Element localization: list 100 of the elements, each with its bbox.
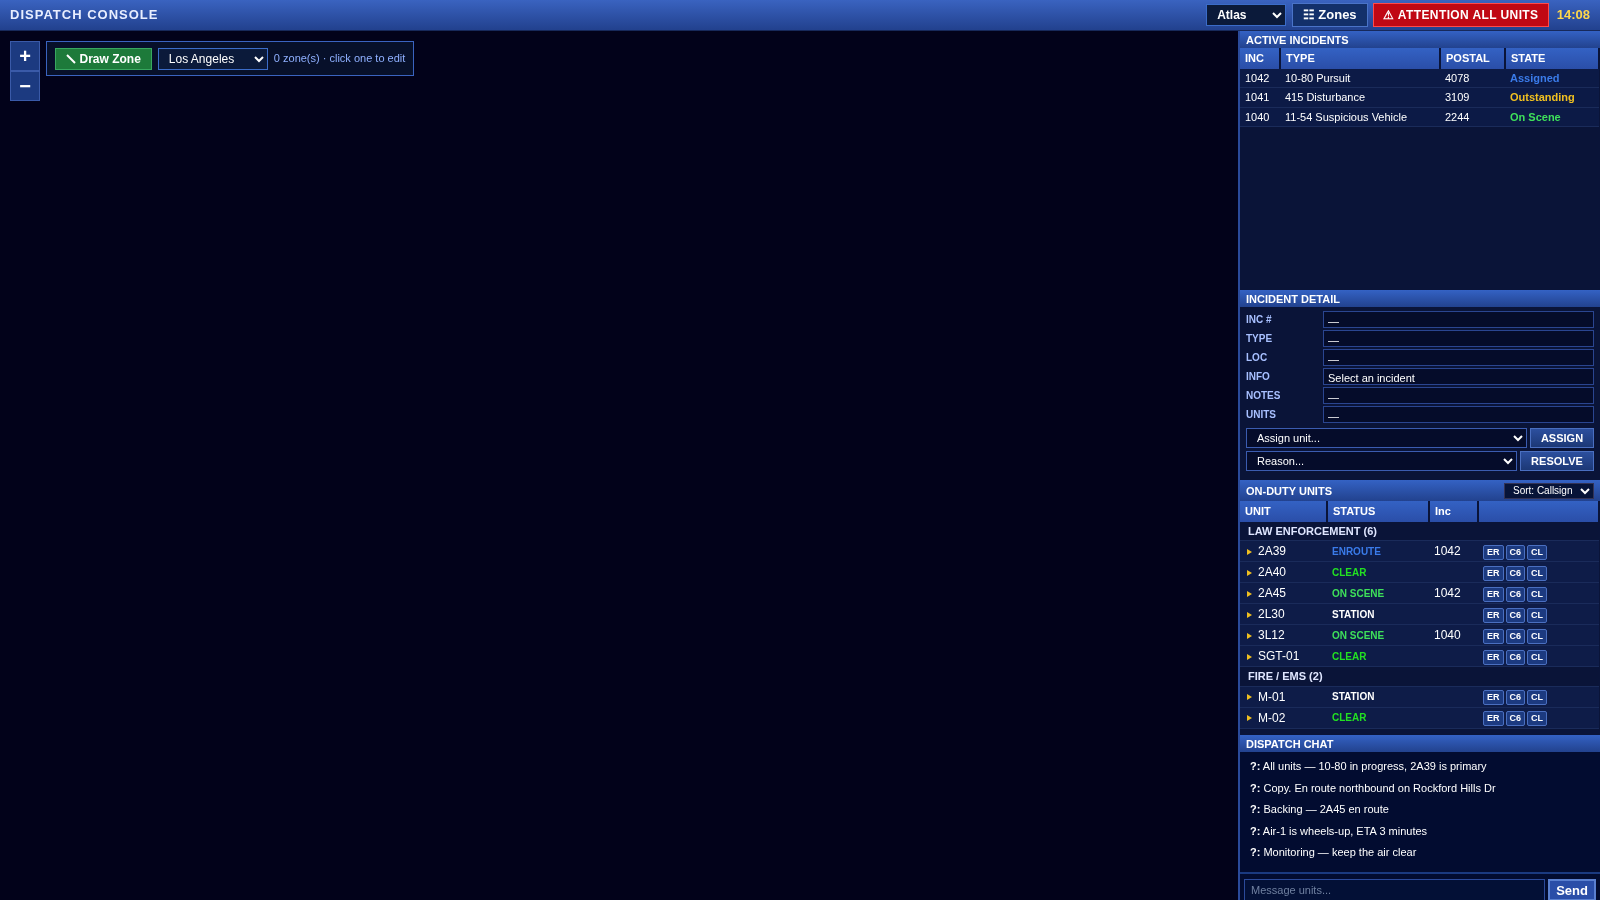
caret-icon xyxy=(1247,694,1252,701)
unit-status: ON SCENE xyxy=(1327,624,1429,646)
status-button[interactable]: CL xyxy=(1527,544,1548,560)
status-button[interactable]: ER xyxy=(1483,607,1504,623)
map-style-select[interactable]: Atlas xyxy=(1206,4,1287,26)
table-cell: 1042 xyxy=(1429,582,1478,604)
chat-message: ?: Air-1 is wheels-up, ETA 3 minutes xyxy=(1250,823,1429,839)
field-label: TYPE xyxy=(1246,332,1274,346)
section-title: DISPATCH CHAT xyxy=(1246,737,1334,750)
detail-field: Select an incident xyxy=(1323,368,1594,385)
clock: 14:08 xyxy=(1556,6,1590,25)
table-cell: 415 Disturbance xyxy=(1280,87,1440,107)
group-header: LAW ENFORCEMENT (6) xyxy=(1240,521,1599,541)
region-select[interactable]: Los Angeles xyxy=(157,47,268,70)
field-label: UNITS xyxy=(1246,408,1277,422)
status-button[interactable]: ER xyxy=(1483,690,1504,705)
caret-icon xyxy=(1247,590,1252,597)
unit-status: CLEAR xyxy=(1327,645,1429,667)
table-cell: 1041 xyxy=(1240,87,1280,107)
unit-status: ENROUTE xyxy=(1327,540,1429,562)
reason-select[interactable]: Reason... xyxy=(1246,451,1517,471)
state-cell: Outstanding xyxy=(1505,87,1599,107)
draw-zone-button[interactable]: Draw Zone xyxy=(54,47,152,70)
status-button[interactable]: ER xyxy=(1483,628,1504,644)
pencil-icon xyxy=(65,53,76,64)
table-cell: 1040 xyxy=(1429,624,1478,646)
table-cell: 11-54 Suspicious Vehicle xyxy=(1280,107,1440,127)
group-header: FIRE / EMS (2) xyxy=(1240,666,1599,686)
attention-button[interactable]: ⚠ ATTENTION ALL UNITS xyxy=(1373,3,1549,27)
caret-icon xyxy=(1247,611,1252,618)
send-button[interactable]: Send xyxy=(1548,878,1596,900)
field-label: INFO xyxy=(1246,370,1271,384)
sort-select[interactable]: Sort: Callsign xyxy=(1504,482,1594,499)
status-button[interactable]: CL xyxy=(1527,565,1548,581)
field-label: NOTES xyxy=(1246,389,1282,403)
column-header: STATUS xyxy=(1327,501,1429,522)
unit-callsign[interactable]: 3L12 xyxy=(1258,628,1285,642)
message-input[interactable]: Message units... xyxy=(1244,878,1546,900)
assign-button[interactable]: ASSIGN xyxy=(1530,428,1594,448)
section-title: ON-DUTY UNITS xyxy=(1246,484,1332,497)
table-cell: 1040 xyxy=(1240,107,1280,127)
caret-icon xyxy=(1247,653,1252,660)
app-title: DISPATCH CONSOLE xyxy=(10,6,159,25)
unit-status: CLEAR xyxy=(1327,707,1429,728)
unit-callsign[interactable]: 2L30 xyxy=(1258,607,1285,621)
status-button[interactable]: CL xyxy=(1527,628,1548,644)
table-cell: 1042 xyxy=(1429,540,1478,562)
column-header: Inc xyxy=(1429,501,1478,522)
unit-status: ON SCENE xyxy=(1327,582,1429,604)
resolve-button[interactable]: RESOLVE xyxy=(1520,451,1594,471)
status-button[interactable]: C6 xyxy=(1505,628,1526,644)
status-button[interactable]: C6 xyxy=(1505,607,1526,623)
status-button[interactable]: C6 xyxy=(1505,565,1526,581)
zones-button[interactable]: ☷ Zones xyxy=(1291,3,1368,27)
state-cell: On Scene xyxy=(1505,107,1599,127)
chat-message: ?: Copy. En route northbound on Rockford Hills Dr xyxy=(1250,780,1497,796)
status-button[interactable]: ER xyxy=(1483,711,1504,726)
zone-hint: 0 zone(s) · click one to edit xyxy=(273,51,406,67)
status-button[interactable]: C6 xyxy=(1505,711,1526,726)
unit-status: STATION xyxy=(1327,686,1429,707)
status-button[interactable]: CL xyxy=(1527,607,1548,623)
status-button[interactable]: CL xyxy=(1527,586,1548,602)
status-button[interactable]: C6 xyxy=(1505,586,1526,602)
table-cell: 3109 xyxy=(1440,87,1505,107)
zoom-in-button[interactable]: + xyxy=(10,41,40,71)
chat-message: ?: Monitoring — keep the air clear xyxy=(1250,845,1418,860)
detail-field: — xyxy=(1323,406,1594,423)
status-button[interactable]: C6 xyxy=(1505,649,1526,665)
caret-icon xyxy=(1247,548,1252,555)
detail-field: — xyxy=(1323,311,1594,328)
column-header: STATE xyxy=(1505,48,1599,69)
status-button[interactable]: CL xyxy=(1527,690,1548,705)
status-button[interactable]: ER xyxy=(1483,565,1504,581)
unit-status: STATION xyxy=(1327,603,1429,625)
detail-field: — xyxy=(1323,349,1594,366)
column-header: UNIT xyxy=(1240,501,1327,522)
field-label: LOC xyxy=(1246,351,1269,365)
status-button[interactable]: CL xyxy=(1527,649,1548,665)
detail-field: — xyxy=(1323,330,1594,347)
chat-message: ?: Backing — 2A45 en route xyxy=(1250,802,1390,817)
assign-unit-select[interactable]: Assign unit... xyxy=(1246,428,1527,448)
status-button[interactable]: ER xyxy=(1483,649,1504,665)
status-button[interactable]: C6 xyxy=(1505,690,1526,705)
zoom-out-button[interactable]: − xyxy=(10,71,40,101)
field-label: INC # xyxy=(1246,313,1273,327)
table-cell: 2244 xyxy=(1440,107,1505,127)
column-header: TYPE xyxy=(1280,48,1440,69)
status-button[interactable]: ER xyxy=(1483,586,1504,602)
chat-message: ?: All units — 10-80 in progress, 2A39 is primary xyxy=(1250,759,1488,774)
detail-field: — xyxy=(1323,387,1594,404)
caret-icon xyxy=(1247,632,1252,639)
unit-status: CLEAR xyxy=(1327,561,1429,583)
status-button[interactable]: C6 xyxy=(1505,544,1526,560)
section-title: ACTIVE INCIDENTS xyxy=(1246,33,1349,46)
column-header: POSTAL xyxy=(1440,48,1505,69)
status-button[interactable]: CL xyxy=(1527,711,1548,726)
status-button[interactable]: ER xyxy=(1483,544,1504,560)
caret-icon xyxy=(1247,715,1252,722)
caret-icon xyxy=(1247,569,1252,576)
section-title: INCIDENT DETAIL xyxy=(1246,292,1340,305)
